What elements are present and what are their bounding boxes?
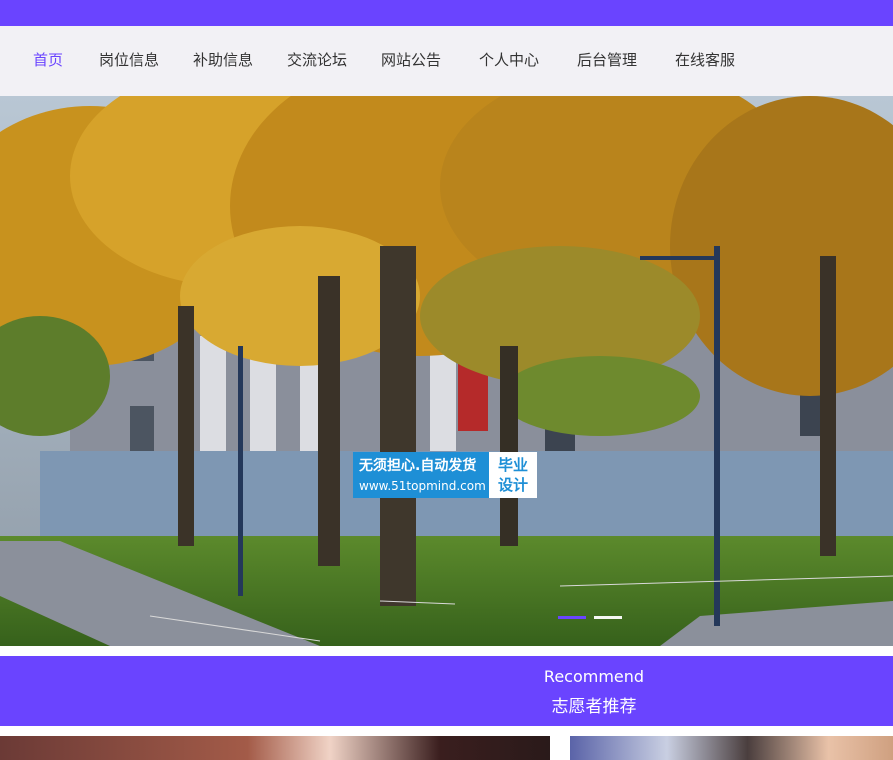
- watermark-badge-bottom: 设计: [497, 476, 528, 494]
- nav-item-admin[interactable]: 后台管理: [577, 26, 637, 96]
- nav-item-profile[interactable]: 个人中心: [479, 26, 539, 96]
- watermark-badge: 无须担心.自动发货 www.51topmind.com 毕业 设计: [353, 452, 537, 498]
- recommend-card-image-2[interactable]: [570, 736, 893, 760]
- main-navigation: 首页 岗位信息 补助信息 交流论坛 网站公告 个人中心 后台管理 在线客服: [0, 26, 893, 96]
- carousel-dot-1[interactable]: [558, 616, 586, 619]
- recommend-title-zh: 志愿者推荐: [551, 697, 637, 717]
- hero-carousel[interactable]: 无须担心.自动发货 www.51topmind.com 毕业 设计: [0, 96, 893, 646]
- nav-item-announcements[interactable]: 网站公告: [381, 26, 441, 96]
- watermark-badge-top: 毕业: [497, 456, 528, 474]
- top-accent-bar: [0, 0, 893, 26]
- nav-item-subsidy[interactable]: 补助信息: [193, 26, 253, 96]
- recommend-card-image-1[interactable]: [0, 736, 550, 760]
- recommend-title-en: Recommend: [543, 667, 645, 686]
- campus-photo: [0, 96, 893, 646]
- recommend-header: Recommend 志愿者推荐: [0, 656, 893, 726]
- watermark-url: www.51topmind.com: [359, 479, 486, 493]
- nav-item-forum[interactable]: 交流论坛: [287, 26, 347, 96]
- watermark-slogan: 无须担心.自动发货: [359, 458, 477, 474]
- nav-item-jobs[interactable]: 岗位信息: [99, 26, 159, 96]
- nav-item-home[interactable]: 首页: [33, 26, 63, 96]
- recommend-cards: [0, 736, 893, 760]
- nav-item-support[interactable]: 在线客服: [675, 26, 735, 96]
- carousel-dot-2[interactable]: [594, 616, 622, 619]
